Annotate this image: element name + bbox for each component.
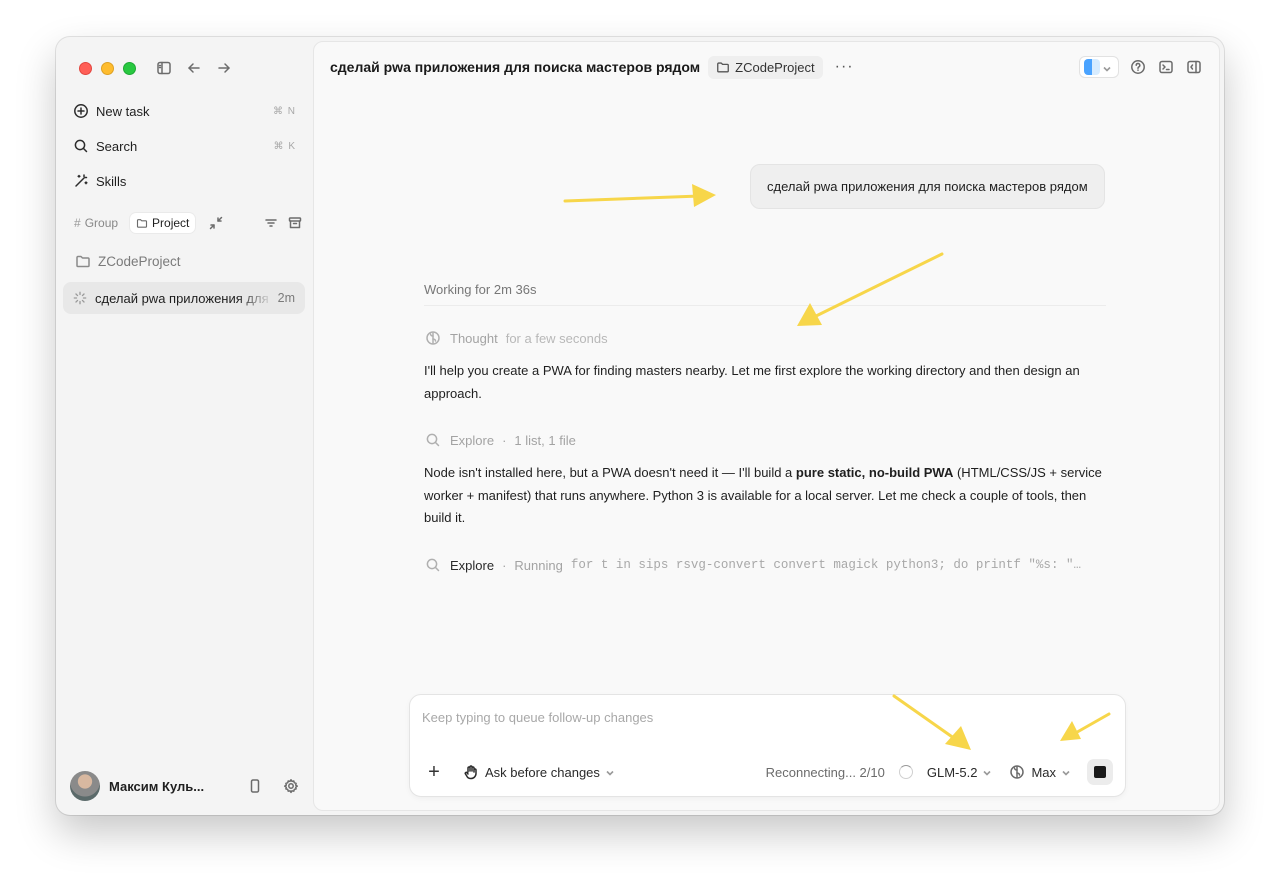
annotation-arrows bbox=[563, 184, 1111, 750]
arrow-4 bbox=[1060, 712, 1111, 741]
arrow-2 bbox=[797, 252, 944, 326]
arrow-1 bbox=[563, 184, 716, 207]
arrow-3 bbox=[892, 694, 971, 750]
